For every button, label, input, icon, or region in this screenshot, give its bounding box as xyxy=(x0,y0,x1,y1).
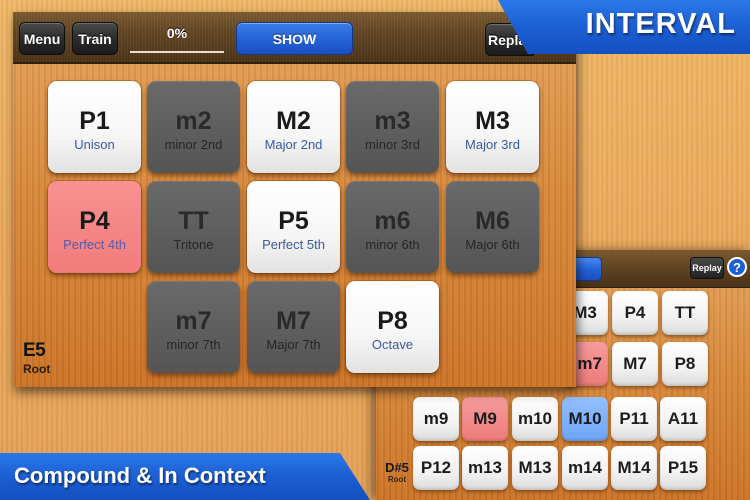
interval-name: Perfect 5th xyxy=(262,236,325,252)
main-toolbar: Menu Train 0% SHOW Replay xyxy=(13,12,576,64)
interval-name: Major 7th xyxy=(266,336,321,352)
interval-key[interactable]: P1 Unison xyxy=(48,81,141,173)
interval-abbr: m10 xyxy=(517,409,553,428)
interval-abbr: m13 xyxy=(467,458,503,477)
interval-name: Major 6th xyxy=(465,236,520,252)
interval-abbr: A11 xyxy=(667,409,699,428)
interval-key[interactable]: m2 minor 2nd xyxy=(147,81,240,173)
interval-abbr: M10 xyxy=(568,409,602,428)
interval-key-grid: E5 Root P1 Unison m2 minor 2nd M2 Major 2nd m3… xyxy=(13,64,576,387)
interval-abbr: P11 xyxy=(619,409,649,428)
interval-key[interactable]: P5 Perfect 5th xyxy=(247,181,340,273)
root-label: Root xyxy=(23,362,51,376)
interval-key[interactable]: P8 xyxy=(662,342,708,386)
interval-key[interactable]: m3 minor 3rd xyxy=(346,81,439,173)
interval-abbr: P4 xyxy=(79,206,110,235)
compound-interval-key[interactable]: m9 xyxy=(413,397,459,441)
title-banner-text: INTERVAL xyxy=(585,8,736,40)
compound-interval-key[interactable]: P15 xyxy=(660,446,706,490)
interval-abbr: M6 xyxy=(475,206,510,235)
interval-key[interactable]: M7 Major 7th xyxy=(247,281,340,373)
interval-abbr: P15 xyxy=(667,458,699,477)
interval-key[interactable]: m6 minor 6th xyxy=(346,181,439,273)
interval-key[interactable]: M2 Major 2nd xyxy=(247,81,340,173)
compound-interval-key[interactable]: M13 xyxy=(512,446,558,490)
compound-interval-key[interactable]: m13 xyxy=(462,446,508,490)
interval-name: Perfect 4th xyxy=(63,236,126,252)
main-screen: Menu Train 0% SHOW Replay E5 Root P1 Unis… xyxy=(13,12,576,387)
feature-banner: Compound & In Context xyxy=(0,453,370,500)
menu-button[interactable]: Menu xyxy=(19,22,65,55)
interval-name: minor 6th xyxy=(365,236,420,252)
feature-banner-text: Compound & In Context xyxy=(14,463,266,488)
progress-percent: 0% xyxy=(166,25,188,41)
compound-interval-key[interactable]: M10 xyxy=(562,397,608,441)
interval-name: minor 7th xyxy=(166,336,221,352)
interval-name: Tritone xyxy=(173,236,214,252)
interval-abbr: M14 xyxy=(617,458,651,477)
interval-abbr: M7 xyxy=(276,306,311,335)
compound-interval-key[interactable]: P12 xyxy=(413,446,459,490)
compound-interval-key[interactable]: M9 xyxy=(462,397,508,441)
interval-key[interactable]: P8 Octave xyxy=(346,281,439,373)
interval-key[interactable]: P4 xyxy=(612,291,658,335)
compound-interval-key[interactable]: M14 xyxy=(611,446,657,490)
help-icon[interactable]: ? xyxy=(727,257,747,277)
interval-name: minor 3rd xyxy=(365,136,420,152)
interval-abbr: P8 xyxy=(377,306,408,335)
interval-abbr: m7 xyxy=(175,306,212,335)
interval-abbr: P1 xyxy=(79,106,110,135)
interval-abbr: m9 xyxy=(423,409,449,428)
interval-key[interactable]: TT Tritone xyxy=(147,181,240,273)
interval-name: minor 2nd xyxy=(164,136,223,152)
compound-interval-key[interactable]: m10 xyxy=(512,397,558,441)
interval-abbr: m6 xyxy=(374,206,411,235)
root-note: E5 xyxy=(23,340,46,361)
compound-interval-key[interactable]: m14 xyxy=(562,446,608,490)
interval-abbr: m3 xyxy=(374,106,411,135)
root-indicator: E5 Root xyxy=(23,340,63,376)
interval-abbr: m14 xyxy=(567,458,603,477)
interval-abbr: M2 xyxy=(276,106,311,135)
interval-key[interactable]: m7 minor 7th xyxy=(147,281,240,373)
secondary-root-indicator: D#5 Root xyxy=(382,460,412,484)
compound-interval-key[interactable]: P11 xyxy=(611,397,657,441)
interval-abbr: M3 xyxy=(475,106,510,135)
train-button[interactable]: Train xyxy=(72,22,118,55)
secondary-replay-button[interactable]: Replay xyxy=(690,257,724,279)
interval-key[interactable]: M3 Major 3rd xyxy=(446,81,539,173)
interval-name: Major 3rd xyxy=(465,136,520,152)
compound-interval-key[interactable]: A11 xyxy=(660,397,706,441)
interval-key[interactable]: P4 Perfect 4th xyxy=(48,181,141,273)
interval-name: Octave xyxy=(371,336,414,352)
interval-abbr: M9 xyxy=(473,409,497,428)
interval-abbr: P5 xyxy=(278,206,309,235)
interval-abbr: TT xyxy=(178,206,209,235)
root-note: D#5 xyxy=(385,460,409,475)
interval-name: Unison xyxy=(74,136,115,152)
interval-abbr: M13 xyxy=(518,458,552,477)
interval-key[interactable]: M6 Major 6th xyxy=(446,181,539,273)
interval-key[interactable]: M7 xyxy=(612,342,658,386)
interval-key[interactable]: TT xyxy=(662,291,708,335)
interval-name: Major 2nd xyxy=(264,136,323,152)
interval-abbr: m2 xyxy=(175,106,212,135)
root-label: Root xyxy=(387,475,407,484)
show-button[interactable]: SHOW xyxy=(236,22,353,55)
interval-abbr: P12 xyxy=(420,458,452,477)
progress-underline xyxy=(130,51,224,53)
title-banner: INTERVAL xyxy=(498,0,750,54)
